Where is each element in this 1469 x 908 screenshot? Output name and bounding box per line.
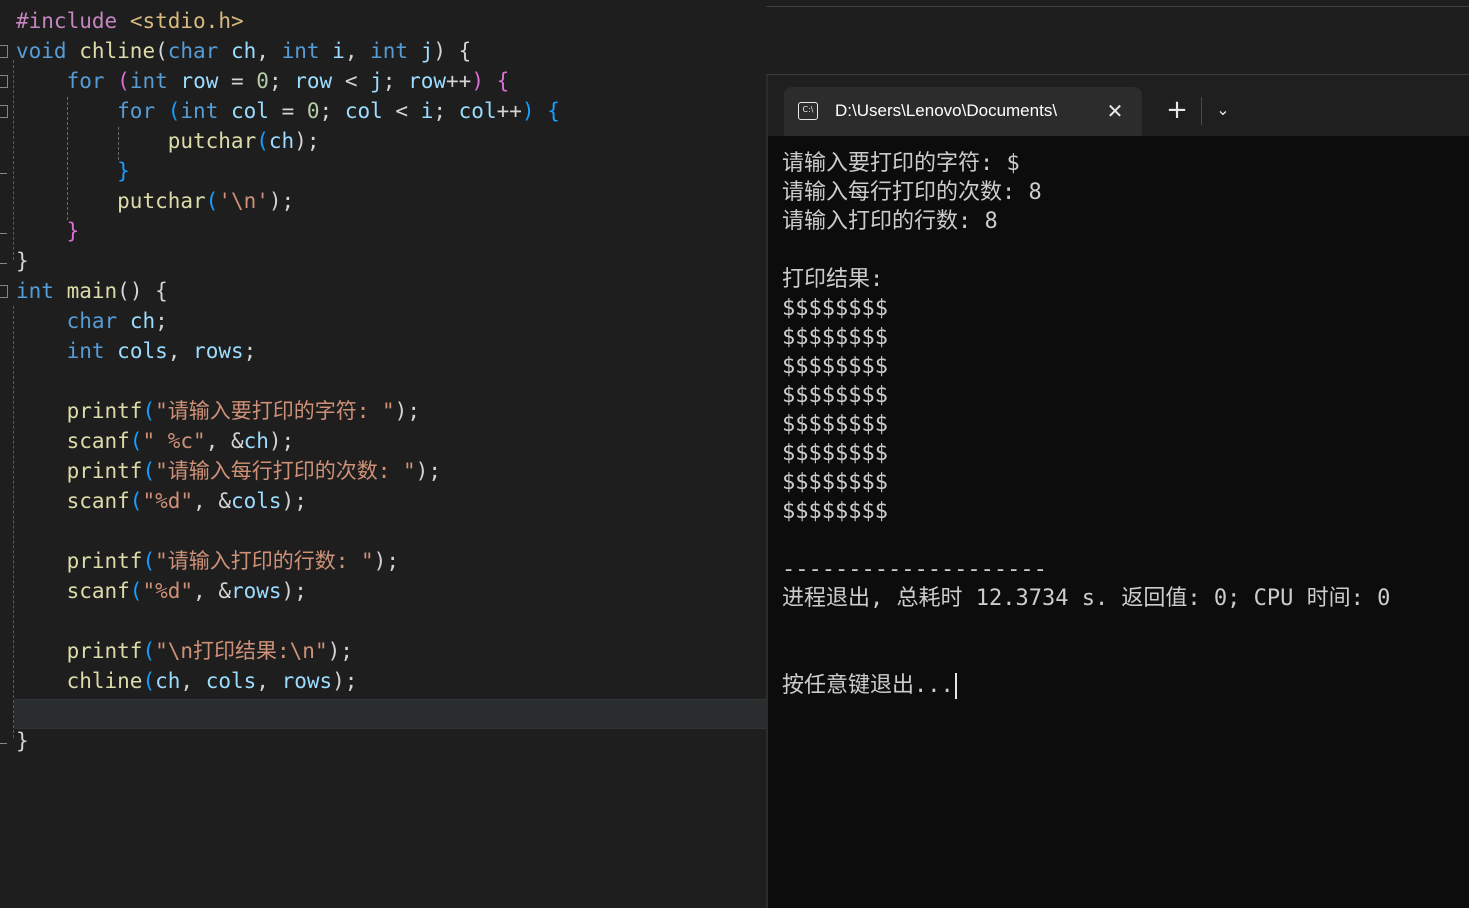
code-line-9: } <box>16 249 29 273</box>
terminal-titlebar: C:\ D:\Users\Lenovo\Documents\ ✕ + ⌄ <box>768 75 1469 136</box>
code-line-17: scanf("%d", &cols); <box>66 489 307 513</box>
code-line-14: printf("请输入要打印的字符: "); <box>66 399 420 423</box>
code-line-25: } <box>16 729 29 753</box>
terminal-output: 请输入要打印的字符: $ 请输入每行打印的次数: 8 请输入打印的行数: 8 打… <box>782 149 1469 700</box>
code-line-7: putchar('\n'); <box>117 189 295 213</box>
fold-marker[interactable] <box>0 75 8 88</box>
output-line: $$$$$$$$ <box>782 441 888 466</box>
output-line: 请输入要打印的字符: $ <box>782 151 1020 176</box>
output-line: $$$$$$$$ <box>782 354 888 379</box>
code-line-8: } <box>66 219 80 243</box>
output-line: $$$$$$$$ <box>782 383 888 408</box>
output-line: 请输入每行打印的次数: 8 <box>782 180 1042 205</box>
fold-end-marker <box>0 263 7 264</box>
output-line-prompt: 按任意键退出... <box>782 671 1469 700</box>
fold-range-line <box>13 306 14 738</box>
output-line: 请输入打印的行数: 8 <box>782 209 998 234</box>
code-line-23: chline(ch, cols, rows); <box>66 669 358 693</box>
fold-marker[interactable] <box>0 45 8 58</box>
output-line: $$$$$$$$ <box>782 325 888 350</box>
fold-range-line <box>13 60 14 260</box>
new-tab-button[interactable]: + <box>1162 95 1192 125</box>
code-line-4: for (int col = 0; col < i; col++) { <box>117 99 560 123</box>
fold-marker[interactable] <box>0 285 8 298</box>
code-line-1: #include <stdio.h> <box>16 9 244 33</box>
exit-prompt: 按任意键退出... <box>782 673 954 698</box>
fold-end-marker <box>0 743 7 744</box>
code-editor[interactable]: #include <stdio.h> void chline(char ch, … <box>0 0 766 908</box>
code-line-22: printf("\n打印结果:\n"); <box>66 639 353 663</box>
tab-title: D:\Users\Lenovo\Documents\ <box>835 101 1058 120</box>
current-line-highlight <box>14 699 766 729</box>
text-cursor <box>954 673 957 699</box>
output-line: $$$$$$$$ <box>782 296 888 321</box>
code-line-3: for (int row = 0; row < j; row++) { <box>66 69 510 93</box>
code-line-16: printf("请输入每行打印的次数: "); <box>66 459 441 483</box>
code-line-19: printf("请输入打印的行数: "); <box>66 549 399 573</box>
chevron-down-icon[interactable]: ⌄ <box>1208 95 1238 125</box>
code-line-11: char ch; <box>66 309 168 333</box>
output-line: -------------------- <box>782 557 1047 582</box>
fold-end-marker <box>0 233 7 234</box>
output-line: $$$$$$$$ <box>782 412 888 437</box>
close-icon[interactable]: ✕ <box>1102 98 1128 124</box>
code-line-20: scanf("%d", &rows); <box>66 579 307 603</box>
output-line: 打印结果: <box>782 267 884 292</box>
code-line-12: int cols, rows; <box>66 339 257 363</box>
output-line: $$$$$$$$ <box>782 499 888 524</box>
fold-end-marker <box>0 173 7 174</box>
fold-marker[interactable] <box>0 105 8 118</box>
terminal-tab[interactable]: C:\ D:\Users\Lenovo\Documents\ ✕ <box>784 87 1142 136</box>
code-line-10: int main() { <box>16 279 168 303</box>
output-line: $$$$$$$$ <box>782 470 888 495</box>
tab-separator <box>1201 97 1202 125</box>
code-line-2: void chline(char ch, int i, int j) { <box>16 39 472 63</box>
code-line-15: scanf(" %c", &ch); <box>66 429 295 453</box>
terminal-window[interactable]: C:\ D:\Users\Lenovo\Documents\ ✕ + ⌄ 请输入… <box>766 74 1469 908</box>
code-line-5: putchar(ch); <box>167 129 320 153</box>
output-line: 进程退出, 总耗时 12.3734 s. 返回值: 0; CPU 时间: 0 <box>782 586 1391 611</box>
terminal-icon: C:\ <box>798 102 818 120</box>
code-line-6: } <box>117 159 130 183</box>
